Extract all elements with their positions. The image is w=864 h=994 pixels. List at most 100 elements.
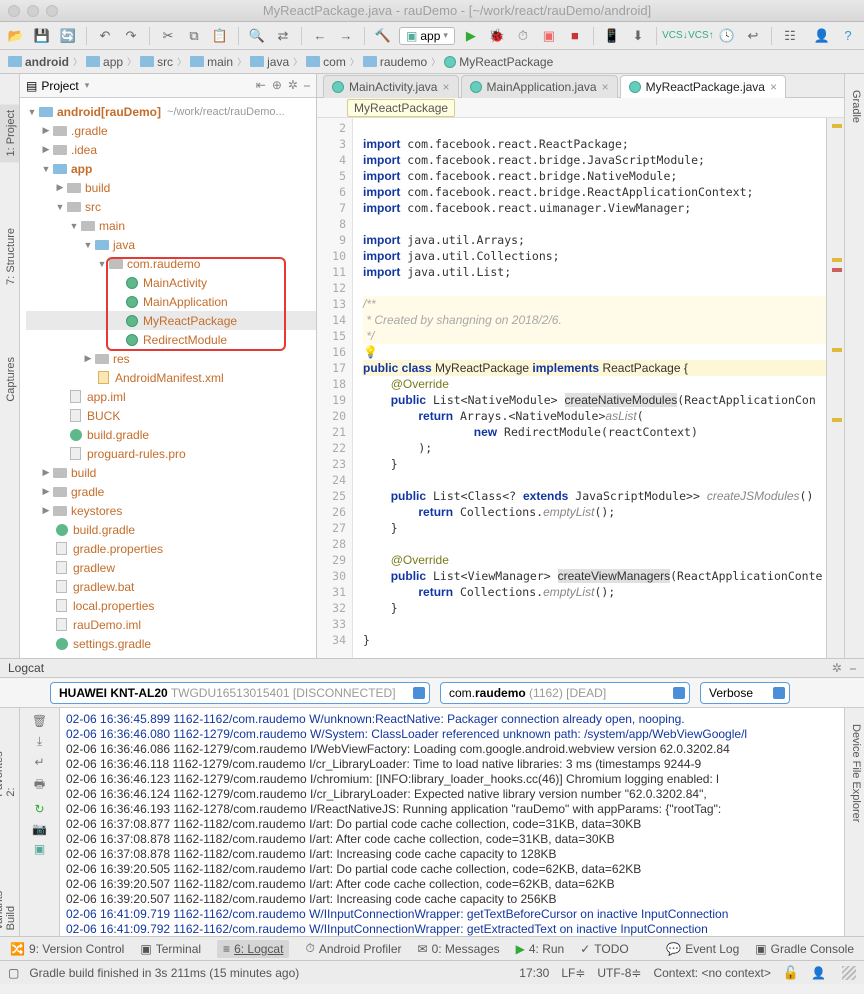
file-icon [70, 390, 81, 403]
crumb-item[interactable]: com [306, 55, 346, 69]
tool-run[interactable]: ▶ 4: Run [516, 942, 565, 956]
lock-icon[interactable]: 🔓 [783, 965, 799, 981]
close-icon[interactable] [8, 5, 20, 17]
crumb-item[interactable]: raudemo [363, 55, 427, 69]
forward-icon[interactable]: → [336, 26, 356, 46]
stop-icon[interactable]: ■ [565, 26, 585, 46]
tool-vcs[interactable]: 🔀 9: Version Control [10, 942, 124, 956]
logcat-output[interactable]: 02-06 16:36:45.899 1162-1162/com.raudemo… [60, 708, 844, 936]
close-icon[interactable]: × [602, 80, 609, 94]
file-icon [70, 447, 81, 460]
profile-icon[interactable]: ⏱ [513, 26, 533, 46]
scroll-end-icon[interactable]: ⤓ [37, 734, 42, 749]
crumb-item[interactable]: src [140, 55, 173, 69]
close-icon[interactable]: × [442, 80, 449, 94]
build-icon[interactable]: 🔨 [373, 26, 393, 46]
print-icon[interactable]: 🖶 [34, 775, 45, 796]
crumb-item[interactable]: main [190, 55, 233, 69]
help-icon[interactable]: ? [838, 26, 858, 46]
attach-icon[interactable]: ▣ [539, 26, 559, 46]
level-select[interactable]: Verbose [700, 682, 790, 704]
inspect-icon[interactable]: 👤 [811, 966, 826, 980]
assistant-icon[interactable]: 👤 [812, 26, 832, 46]
crumb-item[interactable]: android [8, 55, 69, 69]
caret-position[interactable]: 17:30 [519, 966, 549, 980]
tool-profiler[interactable]: ⏱ Android Profiler [305, 941, 401, 956]
revert-icon[interactable]: ↩ [743, 26, 763, 46]
cut-icon[interactable]: ✂ [158, 26, 178, 46]
tab-myreactpackage[interactable]: MyReactPackage.java× [620, 75, 786, 98]
tool-eventlog[interactable]: 💬 Event Log [666, 942, 739, 956]
find-icon[interactable]: 🔍 [247, 26, 267, 46]
tool-gradle-console[interactable]: ▣ Gradle Console [755, 942, 854, 956]
hide-icon[interactable]: ⎯ [850, 661, 856, 676]
tool-tab-structure[interactable]: 7: Structure [0, 222, 19, 291]
soft-wrap-icon[interactable]: ↵ [34, 755, 44, 769]
crumb-item[interactable]: java [250, 55, 289, 69]
redo-icon[interactable]: ↷ [121, 26, 141, 46]
copy-icon[interactable]: ⧉ [184, 26, 204, 46]
zoom-icon[interactable] [46, 5, 58, 17]
vcs-commit-icon[interactable]: VCS↑ [691, 26, 711, 46]
back-icon[interactable]: ← [310, 26, 330, 46]
tool-tab-gradle[interactable]: Gradle [845, 84, 864, 129]
run-icon[interactable]: ▶ [461, 26, 481, 46]
crumb-item[interactable]: MyReactPackage [444, 55, 553, 69]
crumb-item[interactable]: app [86, 55, 123, 69]
collapse-icon[interactable]: ⇤ [256, 78, 266, 93]
project-view-combo[interactable]: ▤ Project [26, 79, 89, 93]
structure-icon[interactable]: ☷ [780, 26, 800, 46]
class-icon [126, 334, 138, 346]
tool-tab-build-variants[interactable]: Build Variants [0, 863, 19, 936]
minimize-icon[interactable] [27, 5, 39, 17]
sdk-icon[interactable]: ⬇ [628, 26, 648, 46]
undo-icon[interactable]: ↶ [95, 26, 115, 46]
vcs-update-icon[interactable]: VCS↓ [665, 26, 685, 46]
restart-icon[interactable]: ↻ [34, 802, 44, 816]
replace-icon[interactable]: ⇄ [273, 26, 293, 46]
avd-icon[interactable]: 📱 [602, 26, 622, 46]
screenshot-icon[interactable]: 📷 [32, 822, 47, 836]
class-icon [126, 277, 138, 289]
tool-tab-captures[interactable]: Captures [0, 351, 19, 408]
project-tree[interactable]: ▼android [rauDemo]~/work/react/rauDemo..… [20, 98, 316, 658]
tool-messages[interactable]: ✉ 0: Messages [418, 942, 500, 956]
main-toolbar: 📂 💾 🔄 ↶ ↷ ✂ ⧉ 📋 🔍 ⇄ ← → 🔨 ▣ app ▶ 🐞 ⏱ ▣ … [0, 22, 864, 50]
tab-mainactivity[interactable]: MainActivity.java× [323, 75, 459, 98]
device-select[interactable]: HUAWEI KNT-AL20 TWGDU16513015401 [DISCON… [50, 682, 430, 704]
tool-tab-project[interactable]: 1: Project [0, 104, 19, 162]
close-icon[interactable]: × [770, 80, 777, 94]
gear-icon[interactable]: ✲ [832, 661, 842, 676]
open-icon[interactable]: 📂 [6, 26, 26, 46]
logcat-header[interactable]: Logcat ✲ ⎯ [0, 658, 864, 678]
run-config-combo[interactable]: ▣ app [399, 27, 455, 45]
tool-tab-favorites[interactable]: 2: Favorites [0, 738, 19, 803]
code-area[interactable]: import com.facebook.react.ReactPackage; … [353, 118, 826, 658]
paste-icon[interactable]: 📋 [210, 26, 230, 46]
process-select[interactable]: com.raudemo (1162) [DEAD] [440, 682, 690, 704]
line-gutter[interactable]: 2345678910111213141516171819202122232425… [317, 118, 353, 658]
save-icon[interactable]: 💾 [32, 26, 52, 46]
expand-icon[interactable]: ⊕ [272, 78, 282, 93]
context[interactable]: Context: <no context> [653, 966, 770, 980]
window-controls[interactable] [8, 5, 58, 17]
resize-grip-icon[interactable] [842, 966, 856, 980]
history-icon[interactable]: 🕓 [717, 26, 737, 46]
sync-icon[interactable]: 🔄 [58, 26, 78, 46]
error-stripe[interactable] [826, 118, 844, 658]
line-ending[interactable]: LF≑ [561, 966, 585, 980]
settings-icon[interactable]: ▣ [34, 842, 45, 856]
tool-logcat[interactable]: ≡ 6: Logcat [217, 940, 289, 958]
tool-todo[interactable]: ✓ TODO [580, 942, 629, 956]
gear-icon[interactable]: ✲ [288, 78, 298, 93]
encoding[interactable]: UTF-8≑ [597, 966, 641, 980]
tool-terminal[interactable]: ▣ Terminal [140, 942, 201, 956]
hide-icon[interactable]: ⎯ [304, 78, 310, 93]
debug-icon[interactable]: 🐞 [487, 26, 507, 46]
status-window-icon[interactable]: ▢ [8, 966, 19, 980]
trash-icon[interactable]: 🗑 [32, 714, 47, 728]
gradle-icon [56, 638, 68, 650]
folder-icon [250, 56, 264, 67]
tab-mainapplication[interactable]: MainApplication.java× [461, 75, 618, 98]
tool-tab-device-explorer[interactable]: Device File Explorer [845, 718, 864, 828]
